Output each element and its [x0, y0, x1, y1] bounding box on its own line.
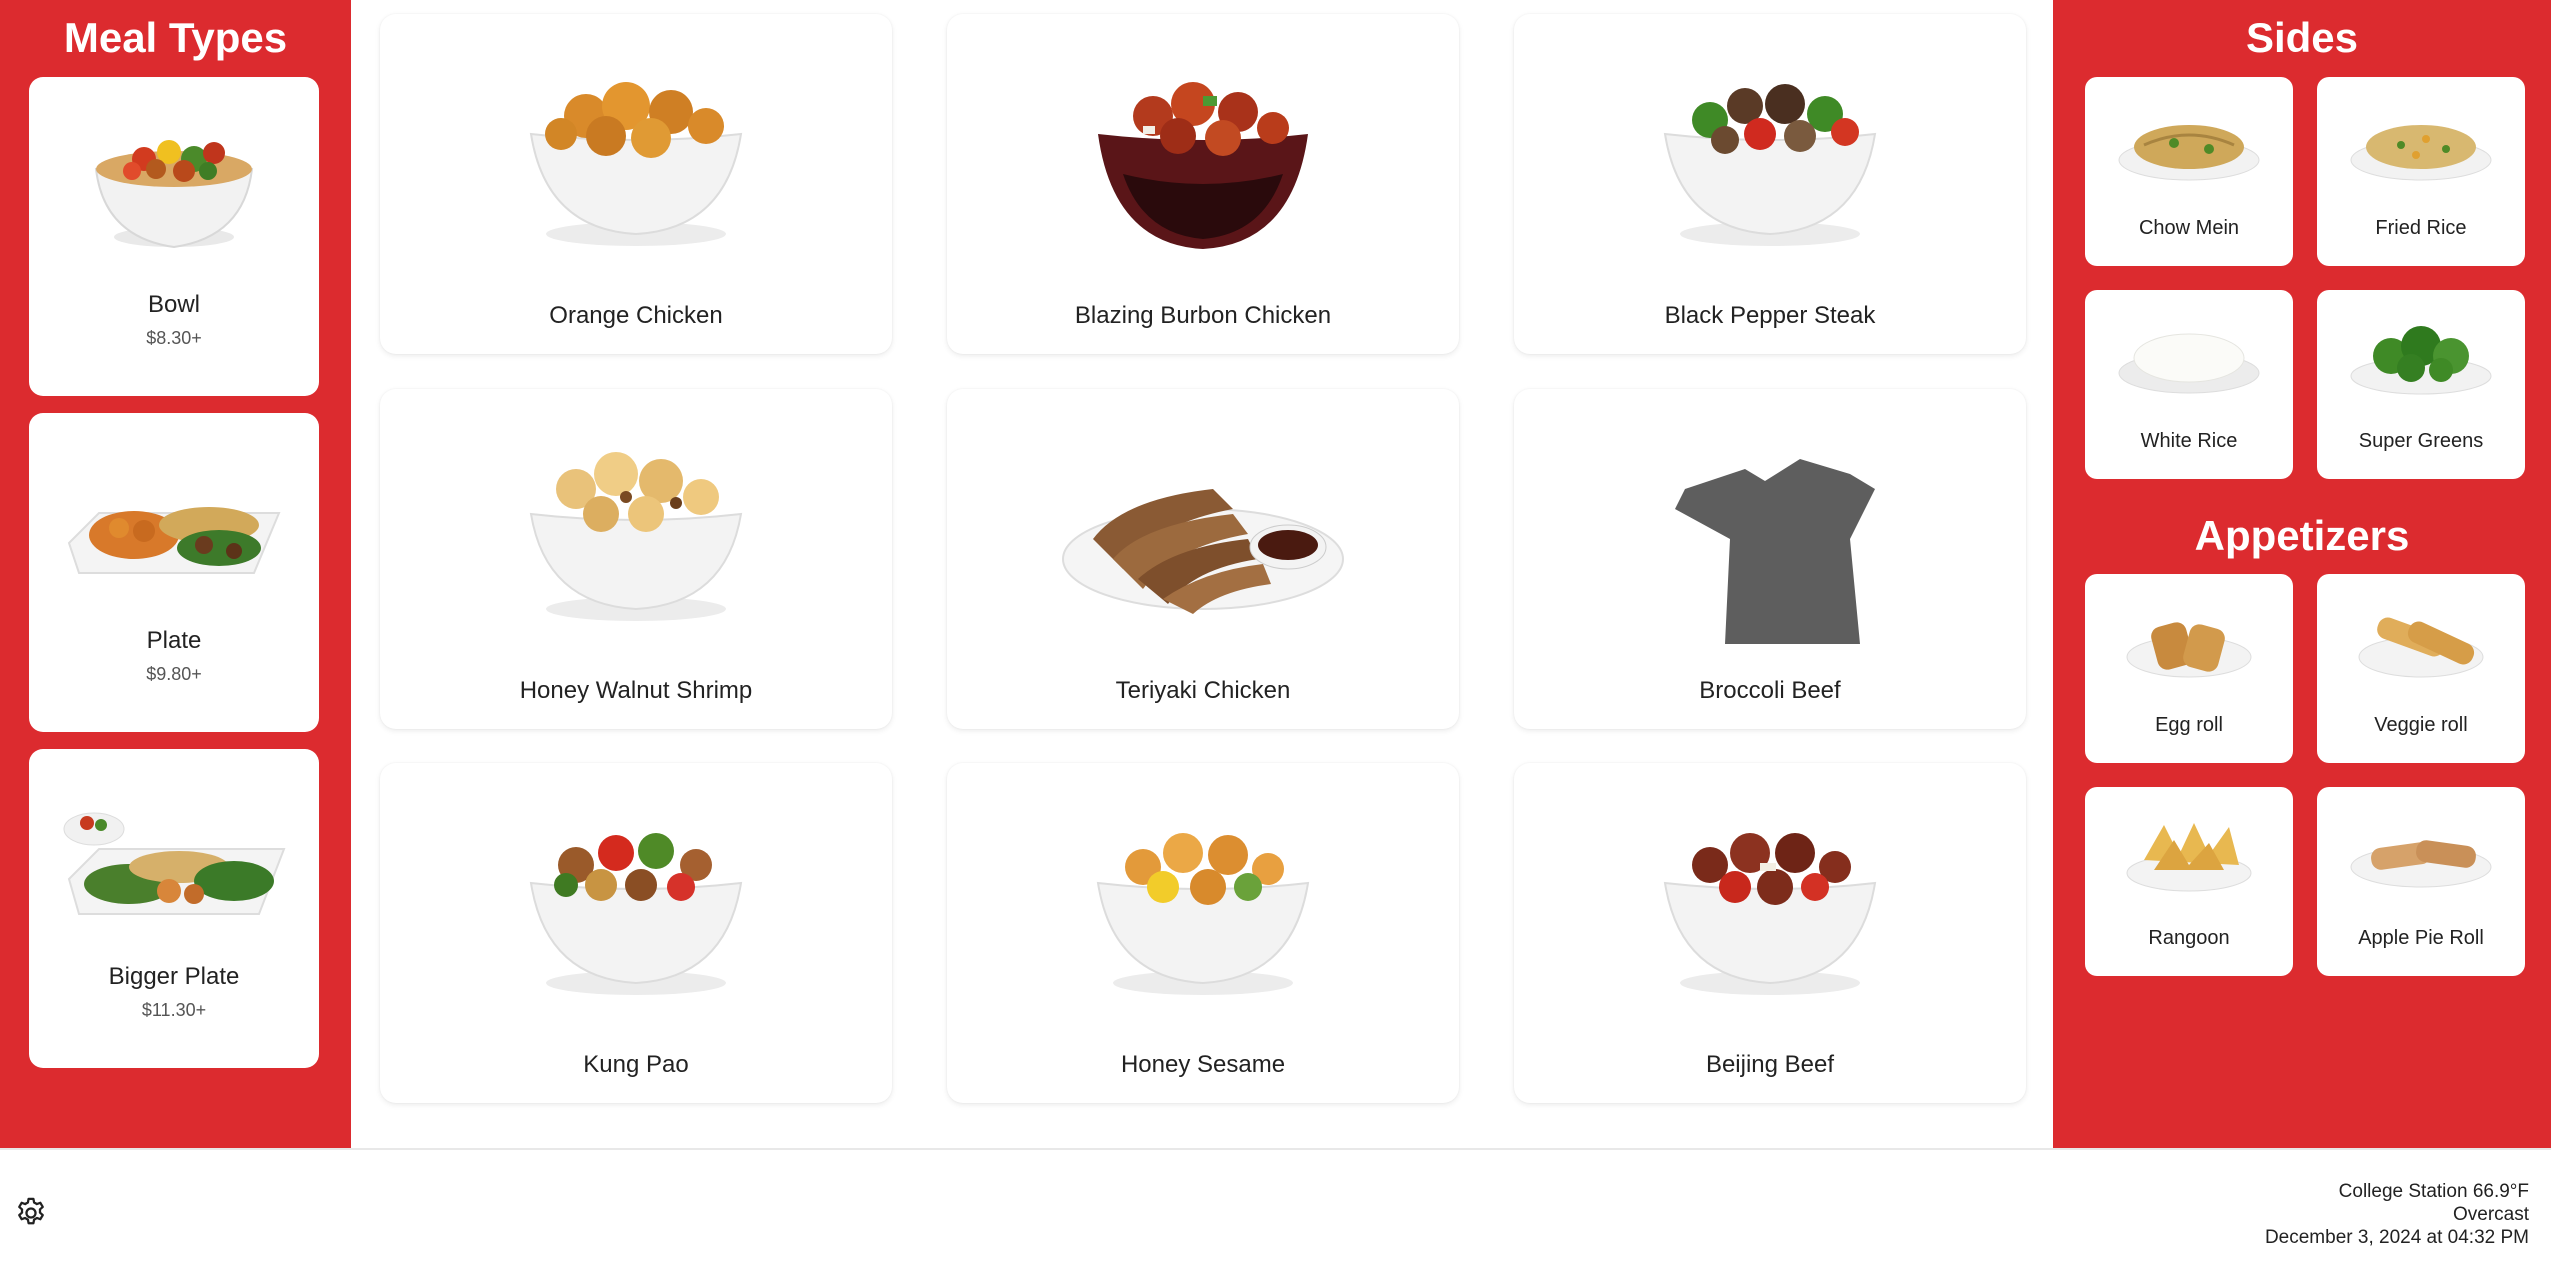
footer-bar: College Station 66.9°F Overcast December…	[0, 1148, 2551, 1270]
meal-types-panel: Meal Types Bowl $8.30+ Plate $9.80+ Bigg…	[0, 0, 351, 1148]
white-rice-image	[2114, 318, 2264, 403]
entree-name: Kung Pao	[583, 1051, 689, 1078]
entree-card-teriyaki-chicken[interactable]: Teriyaki Chicken	[947, 389, 1459, 729]
appetizer-card-rangoon[interactable]: Rangoon	[2085, 787, 2293, 976]
appetizer-name: Apple Pie Roll	[2358, 927, 2484, 949]
entree-card-beijing-beef[interactable]: Beijing Beef	[1514, 763, 2026, 1103]
side-card-super-greens[interactable]: Super Greens	[2317, 290, 2525, 479]
entree-name: Broccoli Beef	[1699, 677, 1841, 704]
teriyaki-chicken-image	[1053, 429, 1353, 634]
entrees-grid: Orange Chicken Blazing Burbon Chicken Bl…	[351, 0, 2053, 1148]
entree-name: Honey Sesame	[1120, 1051, 1286, 1078]
chow-mein-image	[2114, 105, 2264, 190]
meal-price: $9.80+	[146, 664, 202, 684]
meal-name: Bigger Plate	[108, 963, 240, 990]
meal-name: Bowl	[147, 291, 201, 318]
appetizer-name: Veggie roll	[2374, 714, 2468, 736]
entree-card-honey-sesame[interactable]: Honey Sesame	[947, 763, 1459, 1103]
entree-card-honey-walnut-shrimp[interactable]: Honey Walnut Shrimp	[380, 389, 892, 729]
entree-name: Orange Chicken	[549, 302, 723, 329]
bigger-plate-meal-image	[59, 799, 289, 934]
appetizer-card-egg-roll[interactable]: Egg roll	[2085, 574, 2293, 763]
orange-chicken-bowl-image	[516, 54, 756, 259]
weather-condition: Overcast	[2452, 1204, 2529, 1225]
blazing-bourbon-chicken-image	[1083, 54, 1323, 259]
entree-card-orange-chicken[interactable]: Orange Chicken	[380, 14, 892, 354]
meal-card-plate[interactable]: Plate $9.80+	[29, 413, 319, 732]
entree-card-black-pepper-steak[interactable]: Black Pepper Steak	[1514, 14, 2026, 354]
meal-price: $8.30+	[146, 328, 202, 348]
bowl-meal-image	[84, 107, 264, 262]
super-greens-image	[2346, 318, 2496, 403]
entree-name: Blazing Burbon Chicken	[1074, 302, 1332, 329]
kung-pao-image	[516, 803, 756, 1008]
appetizer-name: Rangoon	[2148, 927, 2230, 949]
plate-meal-image	[59, 473, 289, 598]
appetizer-card-apple-pie-roll[interactable]: Apple Pie Roll	[2317, 787, 2525, 976]
fried-rice-image	[2346, 105, 2496, 190]
meal-types-title: Meal Types	[63, 14, 288, 61]
meal-name: Plate	[146, 627, 202, 654]
entree-name: Beijing Beef	[1705, 1051, 1835, 1078]
side-card-white-rice[interactable]: White Rice	[2085, 290, 2293, 479]
honey-walnut-shrimp-image	[516, 429, 756, 634]
kiosk-app: Meal Types Bowl $8.30+ Plate $9.80+ Bigg…	[0, 0, 2551, 1270]
rangoon-image	[2114, 815, 2264, 900]
side-card-fried-rice[interactable]: Fried Rice	[2317, 77, 2525, 266]
side-card-chow-mein[interactable]: Chow Mein	[2085, 77, 2293, 266]
weather-info: College Station 66.9°F Overcast December…	[2265, 1180, 2529, 1249]
meal-card-bowl[interactable]: Bowl $8.30+	[29, 77, 319, 396]
weather-location-temp: College Station 66.9°F	[2338, 1181, 2529, 1202]
honey-sesame-image	[1083, 803, 1323, 1008]
sides-appetizers-panel: Sides Chow Mein Fried Rice White Rice Su…	[2053, 0, 2551, 1148]
egg-roll-image	[2114, 602, 2264, 687]
appetizers-title: Appetizers	[2194, 512, 2410, 559]
entree-name: Teriyaki Chicken	[1115, 677, 1291, 704]
gear-icon[interactable]	[14, 1196, 48, 1230]
entree-card-kung-pao[interactable]: Kung Pao	[380, 763, 892, 1103]
sides-title: Sides	[2245, 14, 2359, 61]
current-datetime: December 3, 2024 at 04:32 PM	[2264, 1227, 2529, 1248]
side-name: Super Greens	[2358, 430, 2484, 452]
side-name: Fried Rice	[2375, 217, 2467, 239]
black-pepper-steak-image	[1650, 54, 1890, 259]
veggie-roll-image	[2346, 602, 2496, 687]
entree-card-broccoli-beef[interactable]: Broccoli Beef	[1514, 389, 2026, 729]
entree-card-blazing-burbon-chicken[interactable]: Blazing Burbon Chicken	[947, 14, 1459, 354]
meal-card-bigger-plate[interactable]: Bigger Plate $11.30+	[29, 749, 319, 1068]
entree-name: Black Pepper Steak	[1664, 302, 1876, 329]
appetizer-card-veggie-roll[interactable]: Veggie roll	[2317, 574, 2525, 763]
beijing-beef-image	[1650, 803, 1890, 1008]
takeout-box-icon	[1650, 429, 1890, 654]
side-name: Chow Mein	[2138, 217, 2240, 239]
entree-name: Honey Walnut Shrimp	[519, 677, 753, 704]
apple-pie-roll-image	[2346, 815, 2496, 900]
side-name: White Rice	[2140, 430, 2238, 452]
appetizer-name: Egg roll	[2155, 714, 2223, 736]
meal-price: $11.30+	[141, 1000, 207, 1020]
